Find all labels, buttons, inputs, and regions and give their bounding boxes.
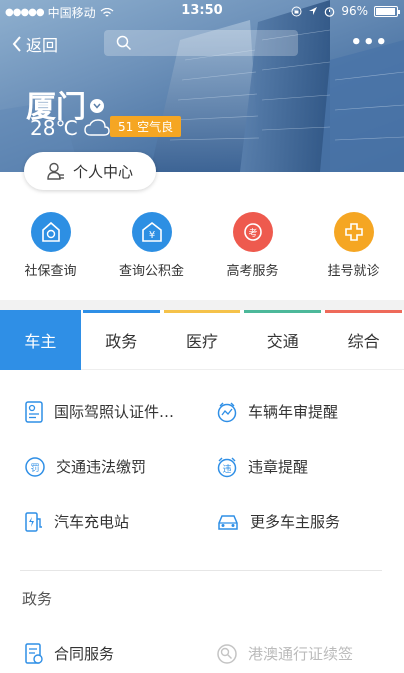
charging-icon bbox=[25, 511, 42, 532]
section-title-government: 政务 bbox=[22, 590, 53, 608]
svg-text:¥: ¥ bbox=[148, 230, 154, 241]
tab-color-bar bbox=[82, 310, 160, 313]
inspection-icon bbox=[217, 402, 237, 422]
service-label: 港澳通行证续签 bbox=[248, 645, 354, 663]
temperature: 28℃ bbox=[30, 116, 110, 140]
tab-car-owner[interactable]: 车主 bbox=[0, 310, 81, 370]
nav-bar: 返回 ••• bbox=[0, 28, 404, 60]
passport-icon bbox=[217, 643, 237, 664]
chevron-down-icon bbox=[90, 99, 104, 113]
city-header: ●●●●● 中国移动 13:50 96% 返回 ••• 厦门 28℃ 51 空气… bbox=[0, 0, 404, 172]
tab-label: 交通 bbox=[266, 332, 299, 351]
service-annual-inspection[interactable]: 车辆年审提醒 bbox=[196, 401, 392, 423]
tab-medical[interactable]: 医疗 bbox=[162, 310, 243, 370]
tab-color-bar bbox=[325, 310, 402, 313]
tab-color-bar bbox=[2, 310, 79, 313]
svg-text:违: 违 bbox=[222, 464, 231, 475]
search-icon bbox=[116, 35, 132, 51]
quick-gaokao[interactable]: 考 高考服务 bbox=[202, 212, 303, 282]
social-security-icon bbox=[30, 212, 71, 252]
service-violation-alert[interactable]: 违 违章提醒 bbox=[196, 456, 392, 478]
service-charging-station[interactable]: 汽车充电站 bbox=[0, 511, 196, 533]
housing-fund-icon: ¥ bbox=[131, 212, 172, 252]
battery-icon bbox=[374, 5, 400, 17]
chevron-left-icon bbox=[12, 36, 21, 52]
car-owner-services: 国际驾照认证件… 车辆年审提醒 罚 交通违法缴罚 违 违章提醒 汽车充电站 更多… bbox=[0, 384, 404, 549]
tab-traffic[interactable]: 交通 bbox=[242, 310, 323, 370]
quick-entries: 社保查询 ¥ 查询公积金 考 高考服务 挂号就诊 bbox=[0, 212, 404, 282]
service-hk-macau-pass[interactable]: 港澳通行证续签 bbox=[196, 643, 392, 665]
more-menu-button[interactable]: ••• bbox=[350, 32, 388, 53]
tab-label: 综合 bbox=[347, 332, 380, 351]
fine-icon: 罚 bbox=[25, 456, 45, 477]
service-label: 违章提醒 bbox=[248, 458, 309, 476]
contract-icon bbox=[25, 642, 43, 664]
tab-color-bar bbox=[244, 310, 322, 313]
quick-label: 社保查询 bbox=[24, 264, 77, 279]
service-label: 交通违法缴罚 bbox=[56, 458, 147, 476]
svg-text:考: 考 bbox=[248, 228, 257, 239]
quick-housing-fund[interactable]: ¥ 查询公积金 bbox=[101, 212, 202, 282]
tab-label: 医疗 bbox=[185, 332, 218, 351]
svg-text:罚: 罚 bbox=[30, 463, 39, 474]
quick-label: 高考服务 bbox=[226, 264, 279, 279]
category-tabs: 车主 政务 医疗 交通 综合 bbox=[0, 310, 404, 370]
medical-icon bbox=[333, 212, 374, 252]
service-label: 国际驾照认证件… bbox=[54, 403, 175, 421]
tab-color-bar bbox=[163, 310, 241, 313]
quick-label: 挂号就诊 bbox=[327, 264, 380, 279]
service-label: 更多车主服务 bbox=[250, 513, 341, 531]
temperature-value: 28℃ bbox=[30, 116, 78, 140]
personal-center-label: 个人中心 bbox=[72, 162, 133, 181]
back-button[interactable]: 返回 bbox=[12, 32, 58, 56]
government-services: 合同服务 港澳通行证续签 bbox=[0, 626, 404, 673]
license-icon bbox=[25, 400, 43, 423]
quick-hospital[interactable]: 挂号就诊 bbox=[303, 212, 404, 282]
air-quality-badge: 51 空气良 bbox=[110, 116, 182, 137]
divider bbox=[20, 570, 382, 571]
orientation-lock-icon bbox=[291, 6, 302, 16]
back-label: 返回 bbox=[26, 36, 59, 55]
tab-government[interactable]: 政务 bbox=[81, 310, 162, 370]
service-label: 合同服务 bbox=[54, 645, 115, 663]
exam-icon: 考 bbox=[232, 212, 273, 252]
alarm-icon bbox=[325, 6, 335, 17]
search-input[interactable] bbox=[104, 30, 298, 56]
violation-icon: 违 bbox=[217, 457, 237, 477]
tab-label: 政务 bbox=[105, 332, 138, 351]
cloudy-icon bbox=[84, 119, 110, 136]
status-bar: ●●●●● 中国移动 13:50 96% bbox=[0, 0, 404, 22]
battery-percent: 96% bbox=[341, 4, 368, 18]
service-label: 车辆年审提醒 bbox=[248, 403, 339, 421]
service-intl-license[interactable]: 国际驾照认证件… bbox=[0, 400, 196, 423]
car-icon bbox=[218, 514, 238, 530]
location-icon bbox=[309, 7, 318, 15]
quick-label: 查询公积金 bbox=[118, 264, 184, 279]
tab-general[interactable]: 综合 bbox=[323, 310, 404, 370]
quick-social-security[interactable]: 社保查询 bbox=[0, 212, 101, 282]
user-icon bbox=[47, 162, 64, 180]
service-more-car[interactable]: 更多车主服务 bbox=[196, 511, 392, 532]
service-label: 汽车充电站 bbox=[54, 513, 130, 531]
service-contract[interactable]: 合同服务 bbox=[0, 642, 196, 665]
service-traffic-fine[interactable]: 罚 交通违法缴罚 bbox=[0, 456, 196, 478]
tab-label: 车主 bbox=[24, 332, 57, 351]
section-divider bbox=[0, 300, 404, 310]
personal-center-button[interactable]: 个人中心 bbox=[24, 152, 156, 190]
